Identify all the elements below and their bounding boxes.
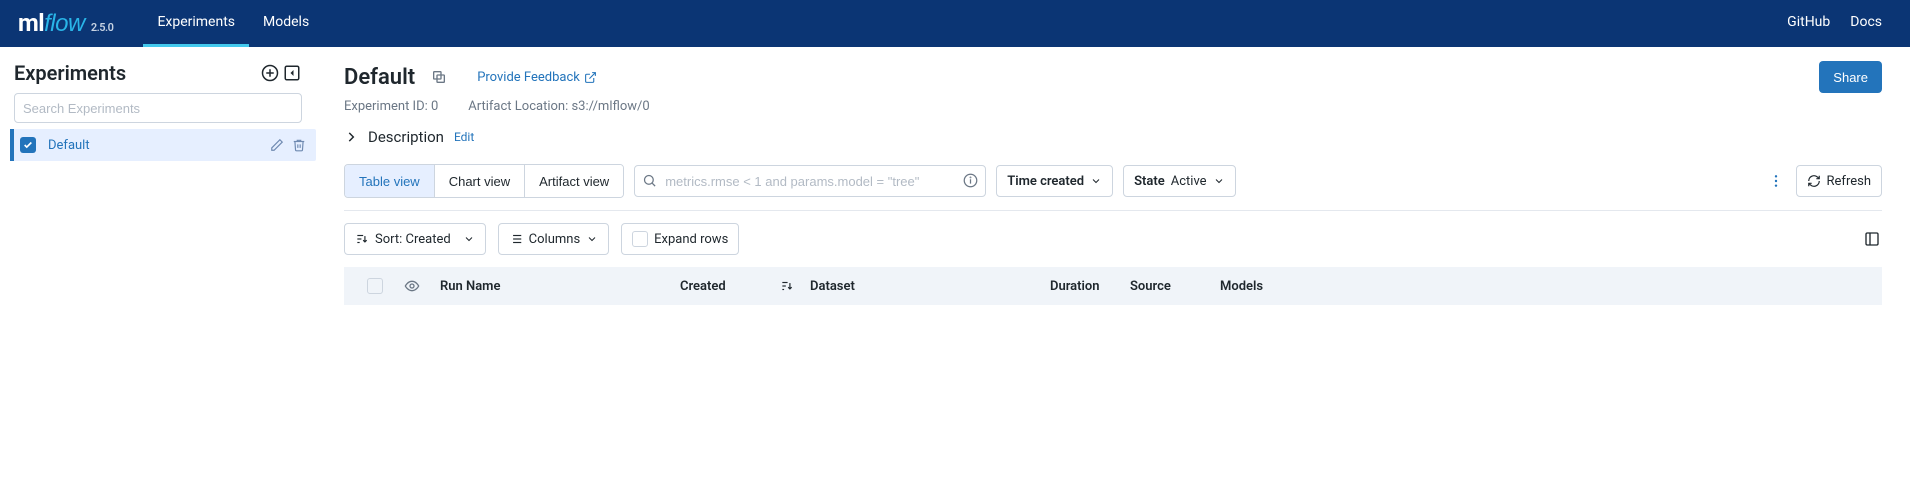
artifact-location-label: Artifact Location: s3://mlflow/0 [468, 99, 649, 114]
nav-tab-experiments[interactable]: Experiments [143, 0, 249, 47]
edit-experiment-icon[interactable] [270, 138, 284, 152]
sort-icon [355, 232, 369, 246]
experiment-content: Default Provide Feedback Share Experimen… [316, 47, 1910, 305]
nav-tab-models[interactable]: Models [249, 0, 323, 47]
sort-dropdown[interactable]: Sort: Created [344, 223, 486, 255]
columns-icon [509, 232, 523, 246]
sort-desc-icon [780, 279, 794, 293]
version-label: 2.5.0 [91, 21, 114, 34]
mlflow-logo[interactable]: mlflow 2.5.0 [18, 9, 113, 38]
page-title: Default [344, 65, 415, 90]
columns-dropdown[interactable]: Columns [498, 223, 610, 255]
expand-rows-toggle[interactable]: Expand rows [621, 223, 739, 255]
description-edit-link[interactable]: Edit [454, 130, 474, 144]
chevron-down-icon [1213, 175, 1225, 187]
more-options-icon[interactable] [1766, 171, 1786, 191]
runs-search-input[interactable] [634, 165, 986, 197]
delete-experiment-icon[interactable] [292, 138, 306, 152]
experiment-checkbox[interactable] [20, 137, 36, 153]
search-experiments-input[interactable] [14, 93, 302, 123]
top-navbar: mlflow 2.5.0 Experiments Models GitHub D… [0, 0, 1910, 47]
experiment-name: Default [48, 138, 270, 153]
add-experiment-icon[interactable] [260, 63, 280, 83]
search-info-icon[interactable] [963, 173, 978, 188]
refresh-icon [1807, 174, 1821, 188]
description-label: Description [368, 128, 444, 146]
col-duration[interactable]: Duration [1042, 279, 1122, 294]
chevron-down-icon [586, 233, 598, 245]
experiment-id-label: Experiment ID: 0 [344, 99, 438, 114]
col-dataset[interactable]: Dataset [802, 279, 1042, 294]
search-icon [642, 173, 657, 188]
provide-feedback-link[interactable]: Provide Feedback [477, 70, 597, 85]
col-created[interactable]: Created [672, 279, 802, 294]
col-models[interactable]: Models [1212, 279, 1312, 294]
expand-rows-checkbox[interactable] [632, 231, 648, 247]
experiments-sidebar: Experiments Default [0, 47, 316, 305]
nav-link-docs[interactable]: Docs [1840, 14, 1892, 33]
copy-title-icon[interactable] [429, 67, 449, 87]
collapse-sidebar-icon[interactable] [282, 63, 302, 83]
nav-link-github[interactable]: GitHub [1777, 14, 1840, 33]
col-source[interactable]: Source [1122, 279, 1212, 294]
description-toggle-icon[interactable] [344, 130, 358, 144]
state-dropdown[interactable]: State Active [1123, 165, 1235, 197]
view-switcher: Table view Chart view Artifact view [344, 164, 624, 198]
view-tab-chart[interactable]: Chart view [435, 165, 525, 197]
sidebar-title: Experiments [14, 61, 260, 85]
time-created-dropdown[interactable]: Time created [996, 165, 1113, 197]
view-tab-artifact[interactable]: Artifact view [525, 165, 623, 197]
col-run-name[interactable]: Run Name [432, 279, 672, 294]
experiment-list-item[interactable]: Default [10, 129, 316, 161]
chevron-down-icon [1090, 175, 1102, 187]
external-link-icon [584, 71, 597, 84]
share-button[interactable]: Share [1819, 61, 1882, 93]
toggle-sidepanel-icon[interactable] [1862, 229, 1882, 249]
refresh-button[interactable]: Refresh [1796, 165, 1882, 197]
visibility-column-icon[interactable] [392, 278, 432, 294]
select-all-checkbox[interactable] [367, 278, 383, 294]
view-tab-table[interactable]: Table view [345, 165, 435, 197]
chevron-down-icon [463, 233, 475, 245]
runs-table-header: Run Name Created Dataset Duration Source… [344, 267, 1882, 305]
